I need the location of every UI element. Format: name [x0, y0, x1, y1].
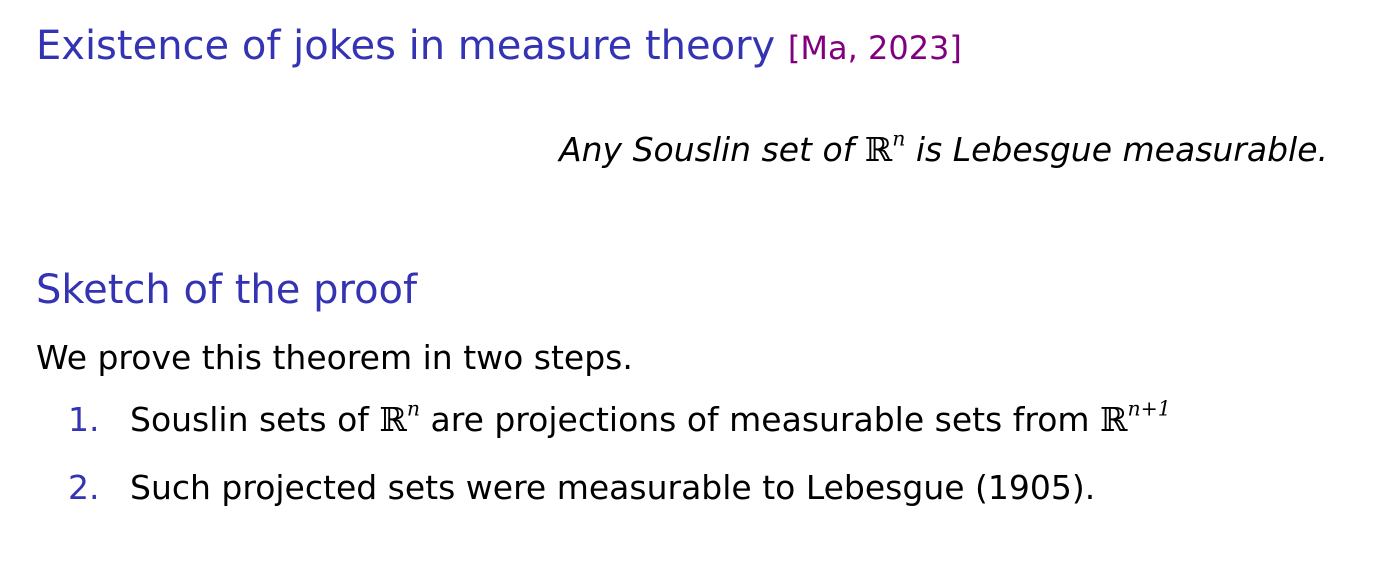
- step-text: Souslin sets of ℝn are projections of me…: [130, 396, 1171, 440]
- step-math-1: ℝn: [379, 396, 421, 439]
- step-number: 2.: [68, 468, 100, 507]
- frame-title-text: Existence of jokes in measure theory: [36, 23, 776, 69]
- step-text-b: are projections of measurable sets from: [420, 400, 1101, 439]
- theorem-statement: Any Souslin set of ℝn is Lebesgue measur…: [559, 122, 1328, 178]
- step-text: Such projected sets were measurable to L…: [130, 468, 1096, 507]
- math-base: ℝ: [379, 400, 407, 439]
- frame-title: Existence of jokes in measure theory [Ma…: [36, 18, 962, 76]
- step-text-a: Souslin sets of: [130, 400, 380, 439]
- math-base: ℝ: [864, 130, 893, 169]
- math-exponent: n: [406, 396, 421, 421]
- theorem-math: ℝn: [864, 126, 906, 169]
- math-exponent: n: [892, 126, 906, 151]
- step-math-2: ℝn+1: [1100, 396, 1171, 439]
- proof-block-title: Sketch of the proof: [36, 267, 418, 313]
- theorem-text-before: Any Souslin set of: [559, 130, 865, 169]
- proof-steps: 1. Souslin sets of ℝn are projections of…: [68, 396, 1171, 536]
- theorem-text-after: is Lebesgue measurable.: [905, 130, 1328, 169]
- step-number: 1.: [68, 400, 100, 439]
- math-exponent: n+1: [1127, 396, 1171, 421]
- citation: [Ma, 2023]: [787, 29, 962, 67]
- list-item: 2. Such projected sets were measurable t…: [68, 468, 1171, 536]
- list-item: 1. Souslin sets of ℝn are projections of…: [68, 396, 1171, 468]
- proof-intro: We prove this theorem in two steps.: [36, 338, 633, 377]
- math-base: ℝ: [1100, 400, 1128, 439]
